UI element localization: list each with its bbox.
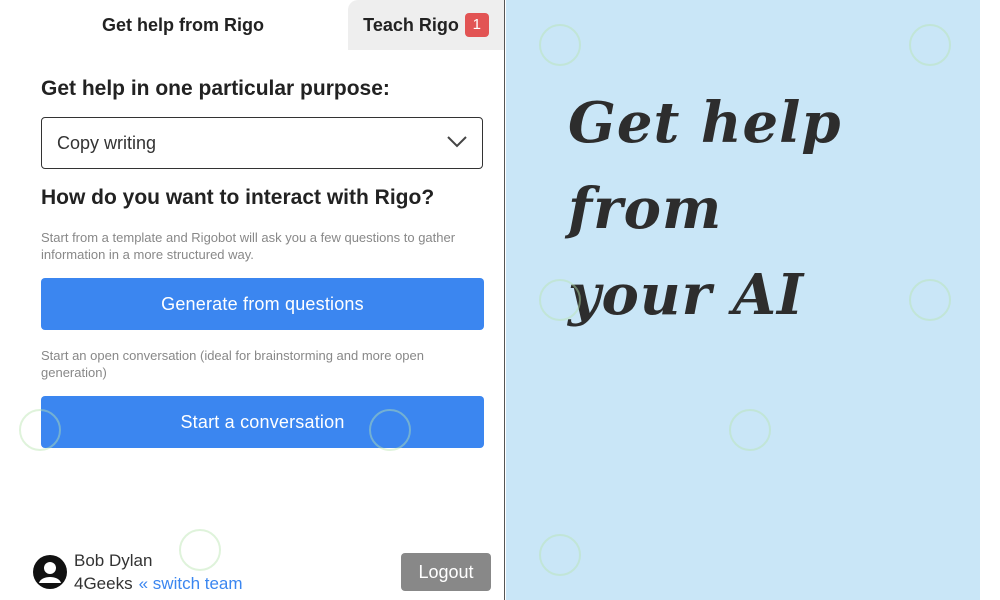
right-edge-strip [980, 0, 1000, 600]
purpose-select-value: Copy writing [57, 132, 157, 153]
tab-get-help-label: Get help from Rigo [102, 14, 264, 35]
template-hint: Start from a template and Rigobot will a… [41, 230, 456, 262]
purpose-select[interactable]: Copy writing [41, 117, 483, 169]
user-avatar-icon [33, 555, 67, 589]
tab-teach-rigo[interactable]: Teach Rigo 1 [348, 0, 504, 50]
team-name: 4Geeks [74, 574, 133, 593]
user-name: Bob Dylan [74, 551, 153, 570]
tab-get-help[interactable]: Get help from Rigo [0, 0, 350, 50]
assistant-panel: Get help from Rigo Teach Rigo 1 Get help… [0, 0, 505, 600]
logout-button[interactable]: Logout [401, 553, 491, 591]
double-chevron-left-icon: « [138, 574, 149, 593]
chevron-down-icon [447, 136, 467, 148]
tab-bar: Get help from Rigo Teach Rigo 1 [0, 0, 504, 50]
interact-heading: How do you want to interact with Rigo? [41, 186, 435, 209]
logout-label: Logout [418, 561, 474, 582]
generate-button-label: Generate from questions [161, 293, 364, 314]
switch-team-label: switch team [152, 574, 243, 593]
team-line: 4Geeks « switch team [74, 574, 243, 594]
hero-line-2: your AI [568, 262, 805, 328]
purpose-heading: Get help in one particular purpose: [41, 77, 390, 100]
hero-panel: Get help from your AI [506, 0, 980, 600]
notification-badge: 1 [464, 13, 489, 37]
switch-team-link[interactable]: « switch team [139, 574, 243, 593]
hero-text: Get help from your AI [568, 80, 968, 338]
start-conversation-button[interactable]: Start a conversation [41, 396, 484, 448]
conversation-button-label: Start a conversation [180, 411, 345, 432]
conversation-hint: Start an open conversation (ideal for br… [41, 348, 424, 380]
generate-from-questions-button[interactable]: Generate from questions [41, 278, 484, 330]
hero-line-1: Get help from [568, 90, 842, 242]
tab-teach-rigo-label: Teach Rigo [363, 14, 459, 35]
